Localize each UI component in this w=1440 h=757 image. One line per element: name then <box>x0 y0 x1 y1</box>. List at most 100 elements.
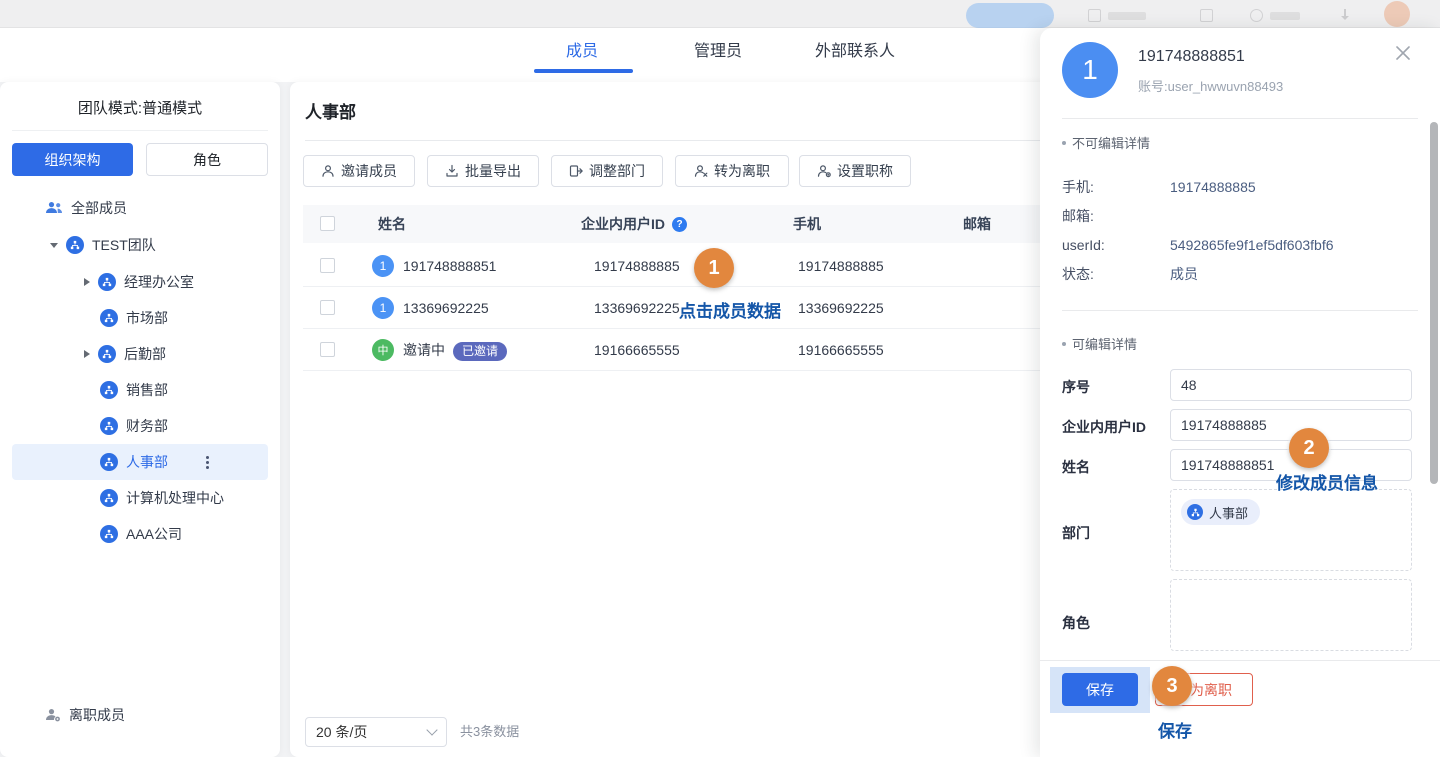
button-label: 设置职称 <box>837 161 893 181</box>
page-title: 人事部 <box>305 98 356 123</box>
close-icon[interactable] <box>1392 42 1414 64</box>
member-name[interactable]: 邀请中已邀请 <box>403 329 507 371</box>
tree-item-marketing[interactable]: 市场部 <box>0 300 280 336</box>
field-label-serial: 序号 <box>1062 377 1090 397</box>
table-header: 姓名 企业内用户ID ? 手机 邮箱 <box>303 205 1040 243</box>
caret-right-icon[interactable] <box>84 350 90 358</box>
document-icon <box>1088 9 1101 22</box>
active-tab-underline <box>534 69 633 73</box>
role-picker[interactable] <box>1170 579 1412 651</box>
panel-scrollbar[interactable] <box>1430 122 1438 484</box>
org-icon <box>100 489 118 507</box>
page-size-value: 20 条/页 <box>316 722 367 742</box>
row-checkbox[interactable] <box>320 258 335 273</box>
tree-item-manager-office[interactable]: 经理办公室 <box>0 264 280 300</box>
member-avatar: 中 <box>372 339 394 361</box>
tree-item-label: AAA公司 <box>126 524 182 544</box>
tree-item-computer-center[interactable]: 计算机处理中心 <box>0 480 280 516</box>
save-button[interactable]: 保存 <box>1062 673 1138 706</box>
more-menu-icon[interactable] <box>206 456 209 469</box>
tree-item-aaa-company[interactable]: AAA公司 <box>0 516 280 552</box>
member-detail-panel: 1 191748888851 账号:user_hwwuvn88493 不可编辑详… <box>1040 28 1440 757</box>
tree-item-hr-selected[interactable]: 人事部 <box>12 444 268 480</box>
caret-right-icon[interactable] <box>84 278 90 286</box>
page-size-select[interactable]: 20 条/页 <box>305 717 447 747</box>
tree-item-test-team[interactable]: TEST团队 <box>0 227 280 263</box>
table-row[interactable]: 中 邀请中已邀请 19166665555 19166665555 <box>303 329 1040 371</box>
member-userid: 19174888885 <box>594 245 680 287</box>
set-resigned-button[interactable]: 转为离职 <box>675 155 789 187</box>
sidebar-item-resigned-members[interactable]: 离职成员 <box>0 697 280 733</box>
member-userid: 19166665555 <box>594 329 680 371</box>
row-checkbox[interactable] <box>320 300 335 315</box>
userid-input[interactable] <box>1170 409 1412 441</box>
column-header-phone: 手机 <box>793 205 821 243</box>
department-chip[interactable]: 人事部 <box>1181 499 1260 525</box>
org-icon <box>1187 504 1203 520</box>
org-icon <box>100 453 118 471</box>
sidebar: 团队模式:普通模式 组织架构 角色 全部成员 TEST团队 经理办公室 市场部 <box>0 82 280 757</box>
invite-member-button[interactable]: 邀请成员 <box>303 155 415 187</box>
table-row[interactable]: 1 13369692225 13369692225 13369692225 <box>303 287 1040 329</box>
caret-down-icon[interactable] <box>50 243 58 248</box>
help-circle-icon <box>1250 9 1263 22</box>
topbar-label-placeholder <box>1108 12 1146 20</box>
department-chip-label: 人事部 <box>1209 503 1248 522</box>
member-detail-title: 191748888851 <box>1138 48 1245 66</box>
person-gear-icon <box>817 164 831 178</box>
table-row[interactable]: 1 191748888851 19174888885 19174888885 <box>303 245 1040 287</box>
row-checkbox[interactable] <box>320 342 335 357</box>
annotation-step-1-label: 点击成员数据 <box>679 297 781 322</box>
app-root: 成员 管理员 外部联系人 团队模式:普通模式 组织架构 角色 全部成员 TEST… <box>0 0 1440 757</box>
sidebar-item-label: 离职成员 <box>69 705 125 725</box>
person-leave-icon <box>45 708 61 722</box>
tree-item-label: TEST团队 <box>92 235 156 255</box>
select-all-checkbox[interactable] <box>320 216 335 231</box>
column-header-name: 姓名 <box>378 205 406 243</box>
org-icon <box>98 273 116 291</box>
member-phone: 19174888885 <box>798 245 884 287</box>
tree-item-logistics[interactable]: 后勤部 <box>0 336 280 372</box>
annotation-step-2: 2 <box>1289 428 1329 468</box>
help-icon[interactable]: ? <box>672 217 687 232</box>
department-picker[interactable]: 人事部 <box>1170 489 1412 571</box>
tree-item-label: 计算机处理中心 <box>126 488 224 508</box>
member-name[interactable]: 13369692225 <box>403 287 489 329</box>
tree-item-label: 市场部 <box>126 308 168 328</box>
user-avatar <box>1384 1 1410 27</box>
top-bar <box>0 0 1440 28</box>
button-label: 调整部门 <box>589 161 645 181</box>
org-icon <box>98 345 116 363</box>
tree-item-label: 销售部 <box>126 380 168 400</box>
member-account-label: 账号:user_hwwuvn88493 <box>1138 76 1283 95</box>
org-structure-button[interactable]: 组织架构 <box>12 143 133 176</box>
divider <box>12 130 268 131</box>
role-button[interactable]: 角色 <box>146 143 268 176</box>
serial-input[interactable] <box>1170 369 1412 401</box>
column-header-email: 邮箱 <box>963 205 991 243</box>
button-label: 邀请成员 <box>341 161 397 181</box>
tab-members[interactable]: 成员 <box>566 37 598 67</box>
adjust-department-button[interactable]: 调整部门 <box>551 155 663 187</box>
readonly-field-label: 状态: <box>1062 264 1094 284</box>
tab-external-contacts[interactable]: 外部联系人 <box>815 37 895 67</box>
download-arrow-icon <box>1344 9 1346 19</box>
tree-item-label: 人事部 <box>126 452 168 472</box>
org-icon <box>66 236 84 254</box>
invited-badge: 已邀请 <box>453 342 507 361</box>
divider <box>1040 660 1440 661</box>
tree-item-finance[interactable]: 财务部 <box>0 408 280 444</box>
set-title-button[interactable]: 设置职称 <box>799 155 911 187</box>
tree-item-sales[interactable]: 销售部 <box>0 372 280 408</box>
box-icon <box>1200 9 1213 22</box>
member-userid: 13369692225 <box>594 287 680 329</box>
member-avatar: 1 <box>372 297 394 319</box>
readonly-field-label: userId: <box>1062 235 1105 255</box>
sidebar-item-all-members[interactable]: 全部成员 <box>0 190 280 226</box>
editable-section-header: 可编辑详情 <box>1062 334 1137 353</box>
total-count-label: 共3条数据 <box>460 717 519 747</box>
person-icon <box>321 164 335 178</box>
tab-admins[interactable]: 管理员 <box>694 37 742 67</box>
member-name[interactable]: 191748888851 <box>403 245 496 287</box>
batch-export-button[interactable]: 批量导出 <box>427 155 539 187</box>
